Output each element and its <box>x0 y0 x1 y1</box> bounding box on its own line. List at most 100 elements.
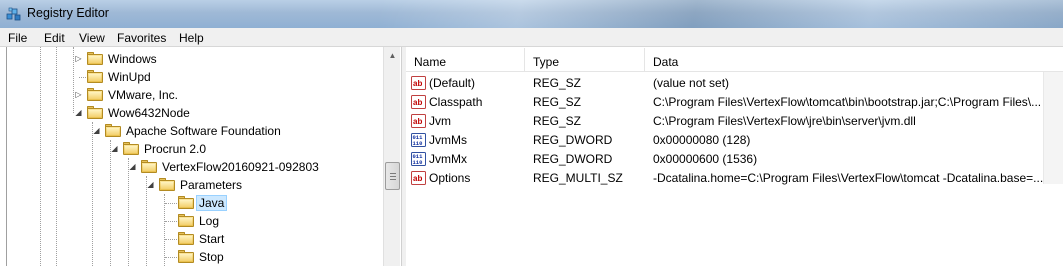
collapse-arrow-icon[interactable]: ◢ <box>110 144 119 153</box>
value-name: Jvm <box>429 114 451 128</box>
tree-node-windows[interactable]: ▷ Windows <box>0 50 380 68</box>
string-value-icon: ab <box>411 171 426 185</box>
value-data: 0x00000600 (1536) <box>653 152 758 166</box>
svg-text:ab: ab <box>413 117 422 126</box>
column-header-row: Name Type Data <box>406 47 1063 72</box>
column-divider[interactable] <box>524 48 525 71</box>
binary-value-icon: 011 110 <box>411 152 426 166</box>
tree-node-java[interactable]: Java <box>0 194 380 212</box>
tree-node-label: Parameters <box>180 178 243 192</box>
tree-node-log[interactable]: Log <box>0 212 380 230</box>
tree-node-label: VertexFlow20160921-092803 <box>162 160 319 174</box>
string-value-icon: ab <box>411 76 426 90</box>
menu-bar: File Edit View Favorites Help <box>0 28 1063 47</box>
registry-editor-icon <box>6 7 21 21</box>
tree-node-label: Apache Software Foundation <box>126 124 281 138</box>
column-header-type[interactable]: Type <box>533 55 559 69</box>
tree-node-label-selected: Java <box>196 195 228 211</box>
tree-node-label: Wow6432Node <box>108 106 190 120</box>
tree-node-label: Start <box>199 232 225 246</box>
column-divider[interactable] <box>644 48 645 71</box>
tree-node-label: Windows <box>108 52 157 66</box>
column-header-data[interactable]: Data <box>653 55 678 69</box>
scrollbar-thumb[interactable] <box>385 162 400 190</box>
folder-icon <box>159 178 175 191</box>
value-type: REG_SZ <box>533 76 582 90</box>
menu-help[interactable]: Help <box>179 31 204 45</box>
expand-arrow-icon[interactable]: ▷ <box>74 90 83 99</box>
values-list-pane[interactable]: Name Type Data ab (Default) REG_SZ (valu… <box>406 47 1063 266</box>
value-row[interactable]: ab Options REG_MULTI_SZ -Dcatalina.home=… <box>406 169 1063 188</box>
tree-node-vmware[interactable]: ▷ VMware, Inc. <box>0 86 380 104</box>
folder-icon <box>178 232 194 245</box>
value-type: REG_DWORD <box>533 133 613 147</box>
folder-icon <box>178 214 194 227</box>
folder-icon <box>141 160 157 173</box>
value-data: C:\Program Files\VertexFlow\jre\bin\serv… <box>653 114 916 128</box>
tree-node-label: Stop <box>199 250 224 264</box>
value-name: JvmMx <box>429 152 467 166</box>
menu-edit[interactable]: Edit <box>44 31 65 45</box>
value-type: REG_MULTI_SZ <box>533 171 623 185</box>
expand-arrow-icon[interactable]: ▷ <box>74 54 83 63</box>
tree-node-label: Log <box>199 214 220 228</box>
collapse-arrow-icon[interactable]: ◢ <box>74 108 83 117</box>
collapse-arrow-icon[interactable]: ◢ <box>128 162 137 171</box>
value-name: JvmMs <box>429 133 467 147</box>
tree-node-stop[interactable]: Stop <box>0 248 380 266</box>
string-value-icon: ab <box>411 114 426 128</box>
tree-vertical-scrollbar[interactable]: ▲ <box>383 47 400 266</box>
folder-icon <box>87 70 103 83</box>
tree-node-parameters[interactable]: ◢ Parameters <box>0 176 380 194</box>
tree-node-winupd[interactable]: WinUpd <box>0 68 380 86</box>
value-data: 0x00000080 (128) <box>653 133 751 147</box>
window-title: Registry Editor <box>27 6 109 20</box>
menu-favorites[interactable]: Favorites <box>117 31 166 45</box>
value-data: (value not set) <box>653 76 730 90</box>
value-name: (Default) <box>429 76 476 90</box>
tree-node-apache-software-foundation[interactable]: ◢ Apache Software Foundation <box>0 122 380 140</box>
tree-node-start[interactable]: Start <box>0 230 380 248</box>
tree-node-wow6432node[interactable]: ◢ Wow6432Node <box>0 104 380 122</box>
open-folder-icon <box>178 196 194 209</box>
title-bar[interactable]: Registry Editor <box>0 0 1063 28</box>
svg-text:ab: ab <box>413 98 422 107</box>
collapse-arrow-icon[interactable]: ◢ <box>146 180 155 189</box>
value-data: C:\Program Files\VertexFlow\tomcat\bin\b… <box>653 95 1042 109</box>
binary-value-icon: 011 110 <box>411 133 426 147</box>
folder-icon <box>87 88 103 101</box>
tree-node-vertexflow[interactable]: ◢ VertexFlow20160921-092803 <box>0 158 380 176</box>
tree-node-procrun[interactable]: ◢ Procrun 2.0 <box>0 140 380 158</box>
svg-text:110: 110 <box>413 140 423 147</box>
folder-icon <box>87 52 103 65</box>
value-name: Options <box>429 171 471 185</box>
menu-file[interactable]: File <box>8 31 27 45</box>
collapse-arrow-icon[interactable]: ◢ <box>92 126 101 135</box>
value-data: -Dcatalina.home=C:\Program Files\VertexF… <box>653 171 1043 185</box>
value-type: REG_SZ <box>533 114 582 128</box>
value-row[interactable]: 011 110 JvmMs REG_DWORD 0x00000080 (128) <box>406 131 1063 150</box>
value-row[interactable]: ab Jvm REG_SZ C:\Program Files\VertexFlo… <box>406 112 1063 131</box>
key-tree-pane[interactable]: ▷ Windows WinUpd ▷ VMware, Inc. ◢ Wow643… <box>0 47 401 266</box>
value-row[interactable]: ab (Default) REG_SZ (value not set) <box>406 74 1063 93</box>
string-value-icon: ab <box>411 95 426 109</box>
tree-node-label: Procrun 2.0 <box>144 142 207 156</box>
value-row[interactable]: ab Classpath REG_SZ C:\Program Files\Ver… <box>406 93 1063 112</box>
menu-view[interactable]: View <box>79 31 105 45</box>
folder-icon <box>123 142 139 155</box>
column-header-name[interactable]: Name <box>414 55 446 69</box>
value-type: REG_SZ <box>533 95 582 109</box>
svg-text:ab: ab <box>413 174 422 183</box>
scroll-up-arrow-icon[interactable]: ▲ <box>384 47 401 64</box>
folder-icon <box>178 250 194 263</box>
svg-text:ab: ab <box>413 79 422 88</box>
tree-node-label: WinUpd <box>108 70 151 84</box>
values-vertical-scrollbar[interactable] <box>1043 72 1063 184</box>
value-type: REG_DWORD <box>533 152 613 166</box>
value-row[interactable]: 011 110 JvmMx REG_DWORD 0x00000600 (1536… <box>406 150 1063 169</box>
tree-node-label: VMware, Inc. <box>108 88 179 102</box>
folder-icon <box>87 106 103 119</box>
folder-icon <box>105 124 121 137</box>
svg-text:110: 110 <box>413 159 423 166</box>
value-name: Classpath <box>429 95 483 109</box>
